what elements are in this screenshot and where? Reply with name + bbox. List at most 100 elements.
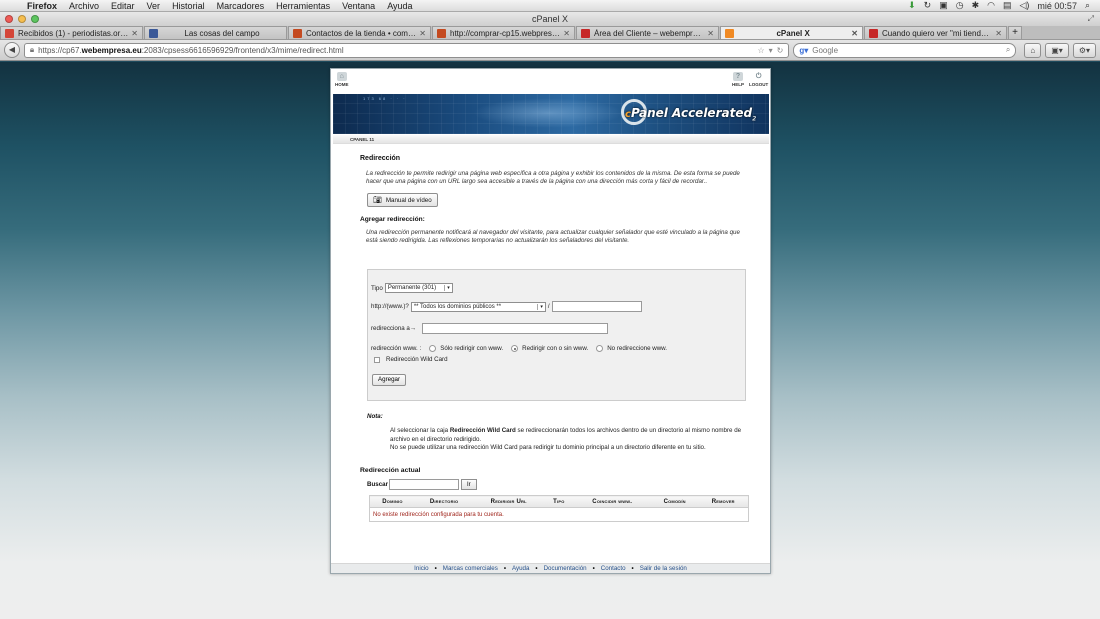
window-icon[interactable]: ▣: [939, 0, 948, 11]
close-tab-icon[interactable]: ✕: [419, 29, 426, 38]
tab-gmail[interactable]: Recibidos (1) - periodistas.org... ✕: [0, 26, 143, 39]
tab-label: Cuando quiero ver "mi tienda" ...: [882, 28, 993, 38]
bluetooth-icon[interactable]: ✱: [972, 0, 980, 11]
fullscreen-icon[interactable]: ⤢: [1088, 14, 1094, 24]
col-dominio[interactable]: Dominio: [369, 495, 415, 508]
menu-marcadores[interactable]: Marcadores: [212, 1, 272, 11]
menu-archivo[interactable]: Archivo: [64, 1, 106, 11]
col-comodin[interactable]: Comodín: [650, 495, 699, 508]
redirect-type-select[interactable]: Permanente (301) ▾: [384, 283, 453, 293]
spotlight-search-icon[interactable]: ⌕: [1085, 0, 1090, 11]
menu-firefox[interactable]: Firefox: [22, 1, 64, 11]
footer-link-marcas[interactable]: Marcas comerciales: [443, 565, 498, 572]
home-icon[interactable]: ⌂: [1024, 42, 1042, 58]
wifi-icon[interactable]: ◠: [987, 0, 995, 11]
footer-link-inicio[interactable]: Inicio: [414, 565, 428, 572]
footer-separator: •: [535, 565, 538, 572]
redirect-search-input[interactable]: [388, 479, 459, 490]
cpanel-banner: 173 68 · · · cPanel Accelerated2: [333, 94, 769, 134]
www-redirect-row: redirección www. : Sólo redirigir con ww…: [371, 345, 667, 352]
google-search-engine-icon[interactable]: g▾: [799, 46, 808, 55]
redirect-to-row: redirecciona a→: [371, 323, 609, 334]
search-magnifier-icon[interactable]: ⌕: [1006, 45, 1010, 55]
wildcard-checkbox[interactable]: [374, 356, 380, 363]
tab-facebook[interactable]: Las cosas del campo: [144, 26, 287, 39]
banner-world-map: [473, 98, 623, 128]
tab-area-cliente[interactable]: Área del Cliente – webempresa... ✕: [576, 26, 719, 39]
menu-ver[interactable]: Ver: [142, 1, 168, 11]
wildcard-label[interactable]: Redirección Wild Card: [386, 356, 448, 363]
type-label: Tipo: [371, 284, 383, 292]
sync-icon[interactable]: ↻: [924, 0, 932, 11]
menu-herramientas[interactable]: Herramientas: [271, 1, 337, 11]
footer-link-contacto[interactable]: Contacto: [601, 565, 626, 572]
www-none-label[interactable]: No redireccione www.: [607, 345, 667, 352]
bookmark-star-icon[interactable]: ☆: [757, 46, 764, 55]
back-button[interactable]: ◀: [4, 42, 20, 58]
www-only-label[interactable]: Sólo redirigir con www.: [440, 345, 503, 352]
close-tab-icon[interactable]: ✕: [131, 29, 138, 38]
close-tab-icon[interactable]: ✕: [995, 29, 1002, 38]
url-text[interactable]: https://cp67.webempresa.eu:2083/cpsess66…: [38, 46, 753, 55]
tab-cuando-quiero[interactable]: Cuando quiero ver "mi tienda" ... ✕: [864, 26, 1007, 39]
search-input[interactable]: Google: [812, 46, 1002, 55]
footer-link-logout[interactable]: Salir de la sesión: [640, 565, 687, 572]
menu-ventana[interactable]: Ventana: [337, 1, 382, 11]
download-status-icon[interactable]: ⬇: [908, 0, 916, 11]
www-none-radio[interactable]: [596, 345, 604, 352]
www-both-radio[interactable]: [511, 345, 519, 352]
www-both-label[interactable]: Redirigir con o sin www.: [522, 345, 588, 352]
close-tab-icon[interactable]: ✕: [707, 29, 714, 38]
www-only-radio[interactable]: [429, 345, 437, 352]
menu-editar[interactable]: Editar: [106, 1, 142, 11]
help-link[interactable]: ? HELP: [732, 72, 744, 87]
window-titlebar: cPanel X ⤢: [0, 12, 1100, 26]
lock-icon[interactable]: 🔒︎: [30, 45, 34, 55]
search-go-button[interactable]: Ir: [460, 479, 477, 490]
current-redirects-title: Redirección actual: [360, 467, 421, 474]
close-tab-icon[interactable]: ✕: [851, 29, 858, 38]
reload-icon[interactable]: ↻: [777, 46, 784, 55]
tab-label: Recibidos (1) - periodistas.org...: [18, 28, 129, 38]
col-directorio[interactable]: Directorio: [414, 495, 474, 508]
col-redirigir-url[interactable]: Redirigir Url: [473, 495, 545, 508]
col-tipo[interactable]: Tipo: [544, 495, 574, 508]
tab-contactos[interactable]: Contactos de la tienda • compr... ✕: [288, 26, 431, 39]
tab-label: cPanel X: [776, 28, 810, 38]
tab-comprar[interactable]: http://comprar-cp15.webprest... ✕: [432, 26, 575, 39]
toolbar-buttons: ⌂ ▣▾ ⚙▾: [1024, 42, 1096, 58]
menu-historial[interactable]: Historial: [167, 1, 212, 11]
logout-link[interactable]: ⏻ LOGOUT: [749, 72, 768, 87]
search-bar[interactable]: g▾ Google ⌕: [793, 42, 1017, 58]
tab-cpanel[interactable]: cPanel X ✕: [720, 26, 863, 39]
redirects-table: Dominio Directorio Redirigir Url Tipo Co…: [369, 495, 749, 522]
cpanel-container: ⌂ HOME ? HELP ⏻ LOGOUT 173 68 · · · cPan…: [330, 68, 771, 574]
video-manual-button[interactable]: 📷︎ Manual de vídeo: [367, 193, 438, 207]
path-input[interactable]: [551, 301, 642, 312]
footer-link-documentacion[interactable]: Documentación: [544, 565, 587, 572]
note-text-bold: Redirección Wild Card: [449, 427, 516, 434]
close-tab-icon[interactable]: ✕: [563, 29, 570, 38]
dropdown-arrow-icon[interactable]: ▾: [769, 46, 773, 55]
home-link[interactable]: ⌂ HOME: [335, 72, 349, 87]
clock[interactable]: mié 00:57: [1037, 1, 1077, 11]
camera-icon: 📷︎: [373, 197, 382, 204]
home-icon: ⌂: [336, 72, 347, 81]
addons-icon[interactable]: ⚙▾: [1072, 42, 1096, 58]
time-machine-icon[interactable]: ◷: [956, 0, 964, 11]
footer-link-ayuda[interactable]: Ayuda: [512, 565, 529, 572]
url-bar[interactable]: 🔒︎ https://cp67.webempresa.eu:2083/cpses…: [23, 42, 790, 58]
footer-separator: •: [434, 565, 437, 572]
input-source-icon[interactable]: ▤: [1003, 0, 1012, 11]
col-coincidir-www[interactable]: Coincidir www.: [573, 495, 651, 508]
new-tab-button[interactable]: +: [1008, 26, 1022, 39]
redirect-to-label: redirecciona a→: [371, 325, 417, 332]
redirect-to-input[interactable]: [422, 323, 609, 334]
menu-ayuda[interactable]: Ayuda: [382, 1, 419, 11]
note-paragraph-2: No se puede utilizar una redirección Wil…: [390, 444, 706, 451]
sidebar-toggle-icon[interactable]: ▣▾: [1045, 42, 1069, 58]
domain-select[interactable]: ** Todos los dominios públicos ** ▾: [410, 301, 546, 312]
volume-icon[interactable]: ◁): [1020, 0, 1030, 11]
breadcrumb-item[interactable]: CPANEL 11: [350, 137, 374, 142]
add-redirect-button[interactable]: Agregar: [372, 374, 407, 386]
